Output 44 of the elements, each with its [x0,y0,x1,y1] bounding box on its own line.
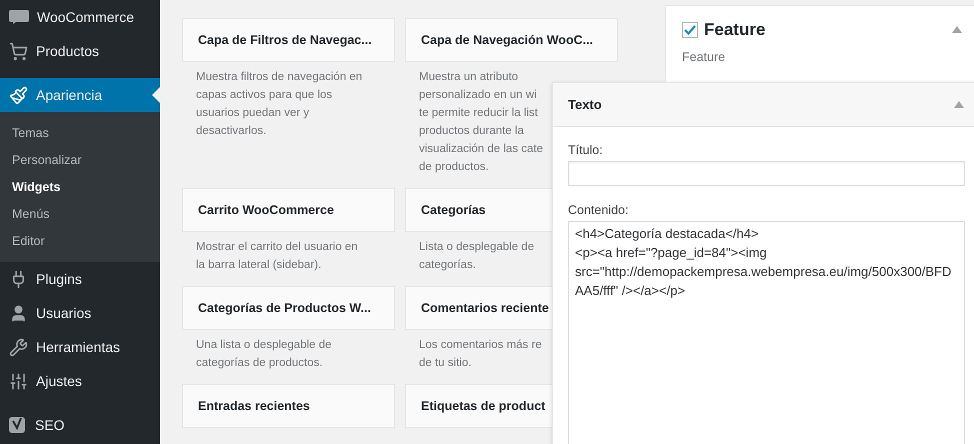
field-label: Título: [568,143,604,157]
widget-card[interactable]: Carrito WooCommerce [182,188,395,232]
submenu-item[interactable]: Editor [0,227,160,254]
paintbrush-icon [9,86,28,104]
submenu-item[interactable]: Personalizar [0,146,160,173]
sidebar-item[interactable]: WooCommerce [0,0,160,34]
sliders-icon [9,372,28,390]
widget-description: Muestra un atributo personalizado en un wi te permite reducir la list productos durante la visualización de las cate de productos. [418,70,544,175]
sidebar-item[interactable]: Ajustes [0,364,160,398]
widget-card[interactable]: Capa de Filtros de Navegac... [182,18,395,62]
sidebar-item[interactable]: Apariencia [0,78,160,112]
title-input[interactable] [568,161,965,186]
collapse-arrow-icon[interactable] [954,101,964,108]
widget-description: Mostrar el carrito del usuario en la barra lateral (sidebar). [195,240,359,273]
widget-description: Una lista o desplegable de categorías de productos. [195,338,333,371]
widget-card[interactable]: Categorías [405,188,552,232]
sidebar-item[interactable]: Plugins [0,262,160,296]
sidebar-item[interactable]: Herramientas [0,330,160,364]
field-label: Contenido: [568,203,630,217]
checkbox[interactable] [682,22,698,38]
current-item-pointer [152,87,160,103]
collapse-arrow-icon[interactable] [952,26,962,33]
widget-card[interactable]: Etiquetas de product [405,384,552,428]
sidebar-item[interactable]: Productos [0,34,160,68]
sidebar-item[interactable]: SEO [0,408,160,442]
widget-subtitle: Feature [682,50,726,64]
content-textarea[interactable]: <h4>Categoría destacada</h4> <p><a href="?page_id=84"><img src="http://demopackempresa.webempresa.eu/img/500x300/BFDAA5/fff" /></a></p> [568,221,965,444]
wrench-icon [9,338,28,356]
cart-icon [9,42,28,60]
widget-card[interactable]: Capa de Navegación WooC... [405,18,618,62]
widget-description: Los comentarios más re de tu sitio. [418,338,543,371]
widget-title: Texto [568,97,602,112]
widget-description: Lista o desplegable de categorías. [418,240,536,273]
user-icon [9,304,28,322]
widget-card[interactable]: Comentarios reciente [405,286,552,330]
widget-card[interactable]: Entradas recientes [182,384,395,428]
submenu-item[interactable]: Widgets [0,173,160,200]
widget-description: Muestra filtros de navegación en capas activos para que los usuarios puedan ver y desactivarlos. [195,70,364,139]
submenu-item[interactable]: Menús [0,200,160,227]
widget-card[interactable]: Categorías de Productos W... [182,286,395,330]
widget-header[interactable]: Texto [553,83,974,127]
sidebar-item[interactable]: Usuarios [0,296,160,330]
widget-title: Feature [704,20,766,40]
submenu-item[interactable]: Temas [0,119,160,146]
